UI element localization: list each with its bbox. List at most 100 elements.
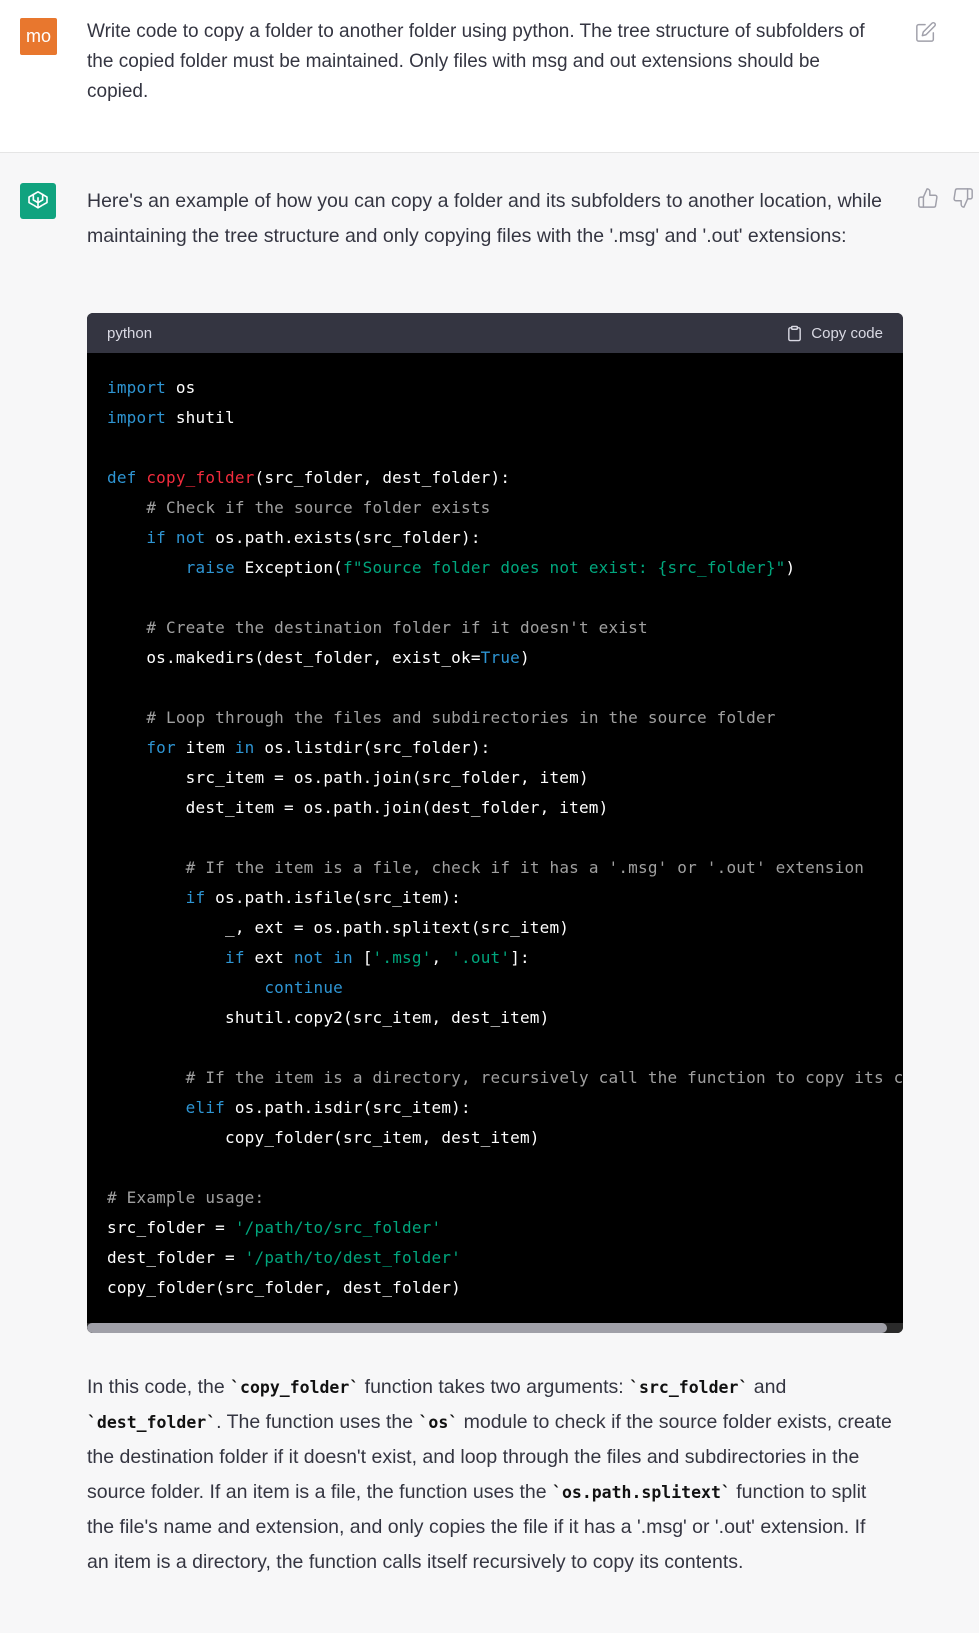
code-line: dest_folder = '/path/to/dest_folder' (107, 1243, 883, 1273)
explanation-text: function takes two arguments: (359, 1376, 630, 1398)
code-line: # Create the destination folder if it do… (107, 613, 883, 643)
code-token: os.path.isdir(src_item): (225, 1098, 471, 1117)
code-token: # Create the destination folder if it do… (146, 618, 648, 637)
code-block: python Copy code import os import shutil d… (87, 313, 903, 1333)
code-token: '.out' (451, 948, 511, 967)
code-token: # If the item is a file, check if it has… (185, 858, 865, 877)
code-token: raise (185, 558, 235, 577)
code-token: import (107, 408, 166, 427)
code-line: continue (107, 973, 883, 1003)
code-token: continue (264, 978, 343, 997)
code-token: copy_folder(src_folder, dest_folder) (107, 1278, 461, 1297)
code-token: in (333, 948, 353, 967)
code-token: dest_folder = (107, 1248, 245, 1267)
code-line: copy_folder(src_item, dest_item) (107, 1123, 883, 1153)
code-token: os.path.isfile(src_item): (205, 888, 461, 907)
edit-icon[interactable] (915, 21, 937, 43)
code-line: # If the item is a directory, recursivel… (107, 1063, 903, 1093)
code-token: ]: (510, 948, 530, 967)
code-token: os (166, 378, 196, 397)
code-line: src_folder = '/path/to/src_folder' (107, 1213, 883, 1243)
code-token: not (175, 528, 206, 547)
code-token: import (107, 378, 166, 397)
code-line: elif os.path.isdir(src_item): (107, 1093, 883, 1123)
openai-logo-icon (28, 190, 48, 209)
code-line: # Check if the source folder exists (107, 493, 883, 523)
user-message: mo Write code to copy a folder to anothe… (0, 0, 979, 153)
user-message-text: Write code to copy a folder to another f… (87, 21, 865, 102)
bot-avatar (20, 183, 56, 219)
code-token: ) (785, 558, 796, 577)
code-token: if (185, 888, 206, 907)
code-token: copy_folder(src_item, dest_item) (107, 1128, 540, 1147)
assistant-explanation: In this code, the `copy_folder` function… (87, 1370, 892, 1580)
inline-code: `os` (418, 1413, 459, 1432)
code-token: True (480, 648, 520, 667)
code-token: src_folder = (107, 1218, 235, 1237)
thumbs-up-icon[interactable] (917, 187, 939, 209)
copy-code-button[interactable]: Copy code (786, 325, 883, 342)
code-line: _, ext = os.path.splitext(src_item) (107, 913, 883, 943)
code-block-header: python Copy code (87, 313, 903, 353)
inline-code: `os.path.splitext` (552, 1483, 731, 1502)
code-token: item (175, 738, 235, 757)
code-language-label: python (107, 324, 153, 342)
explanation-text: . The function uses the (216, 1411, 419, 1433)
code-token: [ (352, 948, 373, 967)
code-scrollbar[interactable] (87, 1323, 903, 1333)
code-line: # Loop through the files and subdirector… (107, 703, 883, 733)
code-token: shutil (166, 408, 235, 427)
explanation-text: In this code, the (87, 1376, 231, 1398)
code-token: # Check if the source folder exists (146, 498, 491, 517)
code-line: # If the item is a file, check if it has… (107, 853, 883, 883)
code-line: # Example usage: (107, 1183, 883, 1213)
code-token: '.msg' (372, 948, 432, 967)
code-content: import os import shutil def copy_folder(sr… (87, 353, 903, 1303)
code-line: os.makedirs(dest_folder, exist_ok=True) (107, 643, 883, 673)
code-line: if os.path.isfile(src_item): (107, 883, 883, 913)
clipboard-icon (788, 325, 802, 341)
code-token: _, ext = os.path.splitext(src_item) (107, 918, 570, 937)
thumbs-down-icon[interactable] (952, 187, 974, 209)
code-token: for (146, 738, 176, 757)
inline-code: `dest_folder` (87, 1413, 217, 1432)
code-token: # Example usage: (107, 1188, 265, 1207)
explanation-text: and (748, 1376, 787, 1398)
code-token: if (146, 528, 167, 547)
code-line: import shutil (107, 403, 883, 433)
code-token: Exception( (234, 558, 344, 577)
code-token: '/path/to/src_folder' (234, 1218, 442, 1237)
code-token: copy_folder (146, 468, 255, 487)
code-token: os.listdir(src_folder): (254, 738, 491, 757)
code-line: if not os.path.exists(src_folder): (107, 523, 883, 553)
code-line: raise Exception(f"Source folder does not… (107, 553, 883, 583)
code-line: import os (107, 373, 883, 403)
code-token: dest_item = os.path.join(dest_folder, it… (107, 798, 609, 817)
code-scrollbar-thumb[interactable] (87, 1323, 887, 1333)
code-token: def (107, 468, 147, 487)
code-token: elif (185, 1098, 226, 1117)
code-token: f"Source folder does not exist: {src_fol… (343, 558, 786, 577)
code-token: if (225, 948, 245, 967)
code-token: ) (520, 648, 530, 667)
code-line: def copy_folder(src_folder, dest_folder)… (107, 463, 883, 493)
code-token: src_item = os.path.join(src_folder, item… (107, 768, 589, 787)
assistant-message: Here's an example of how you can copy a … (0, 153, 979, 1633)
